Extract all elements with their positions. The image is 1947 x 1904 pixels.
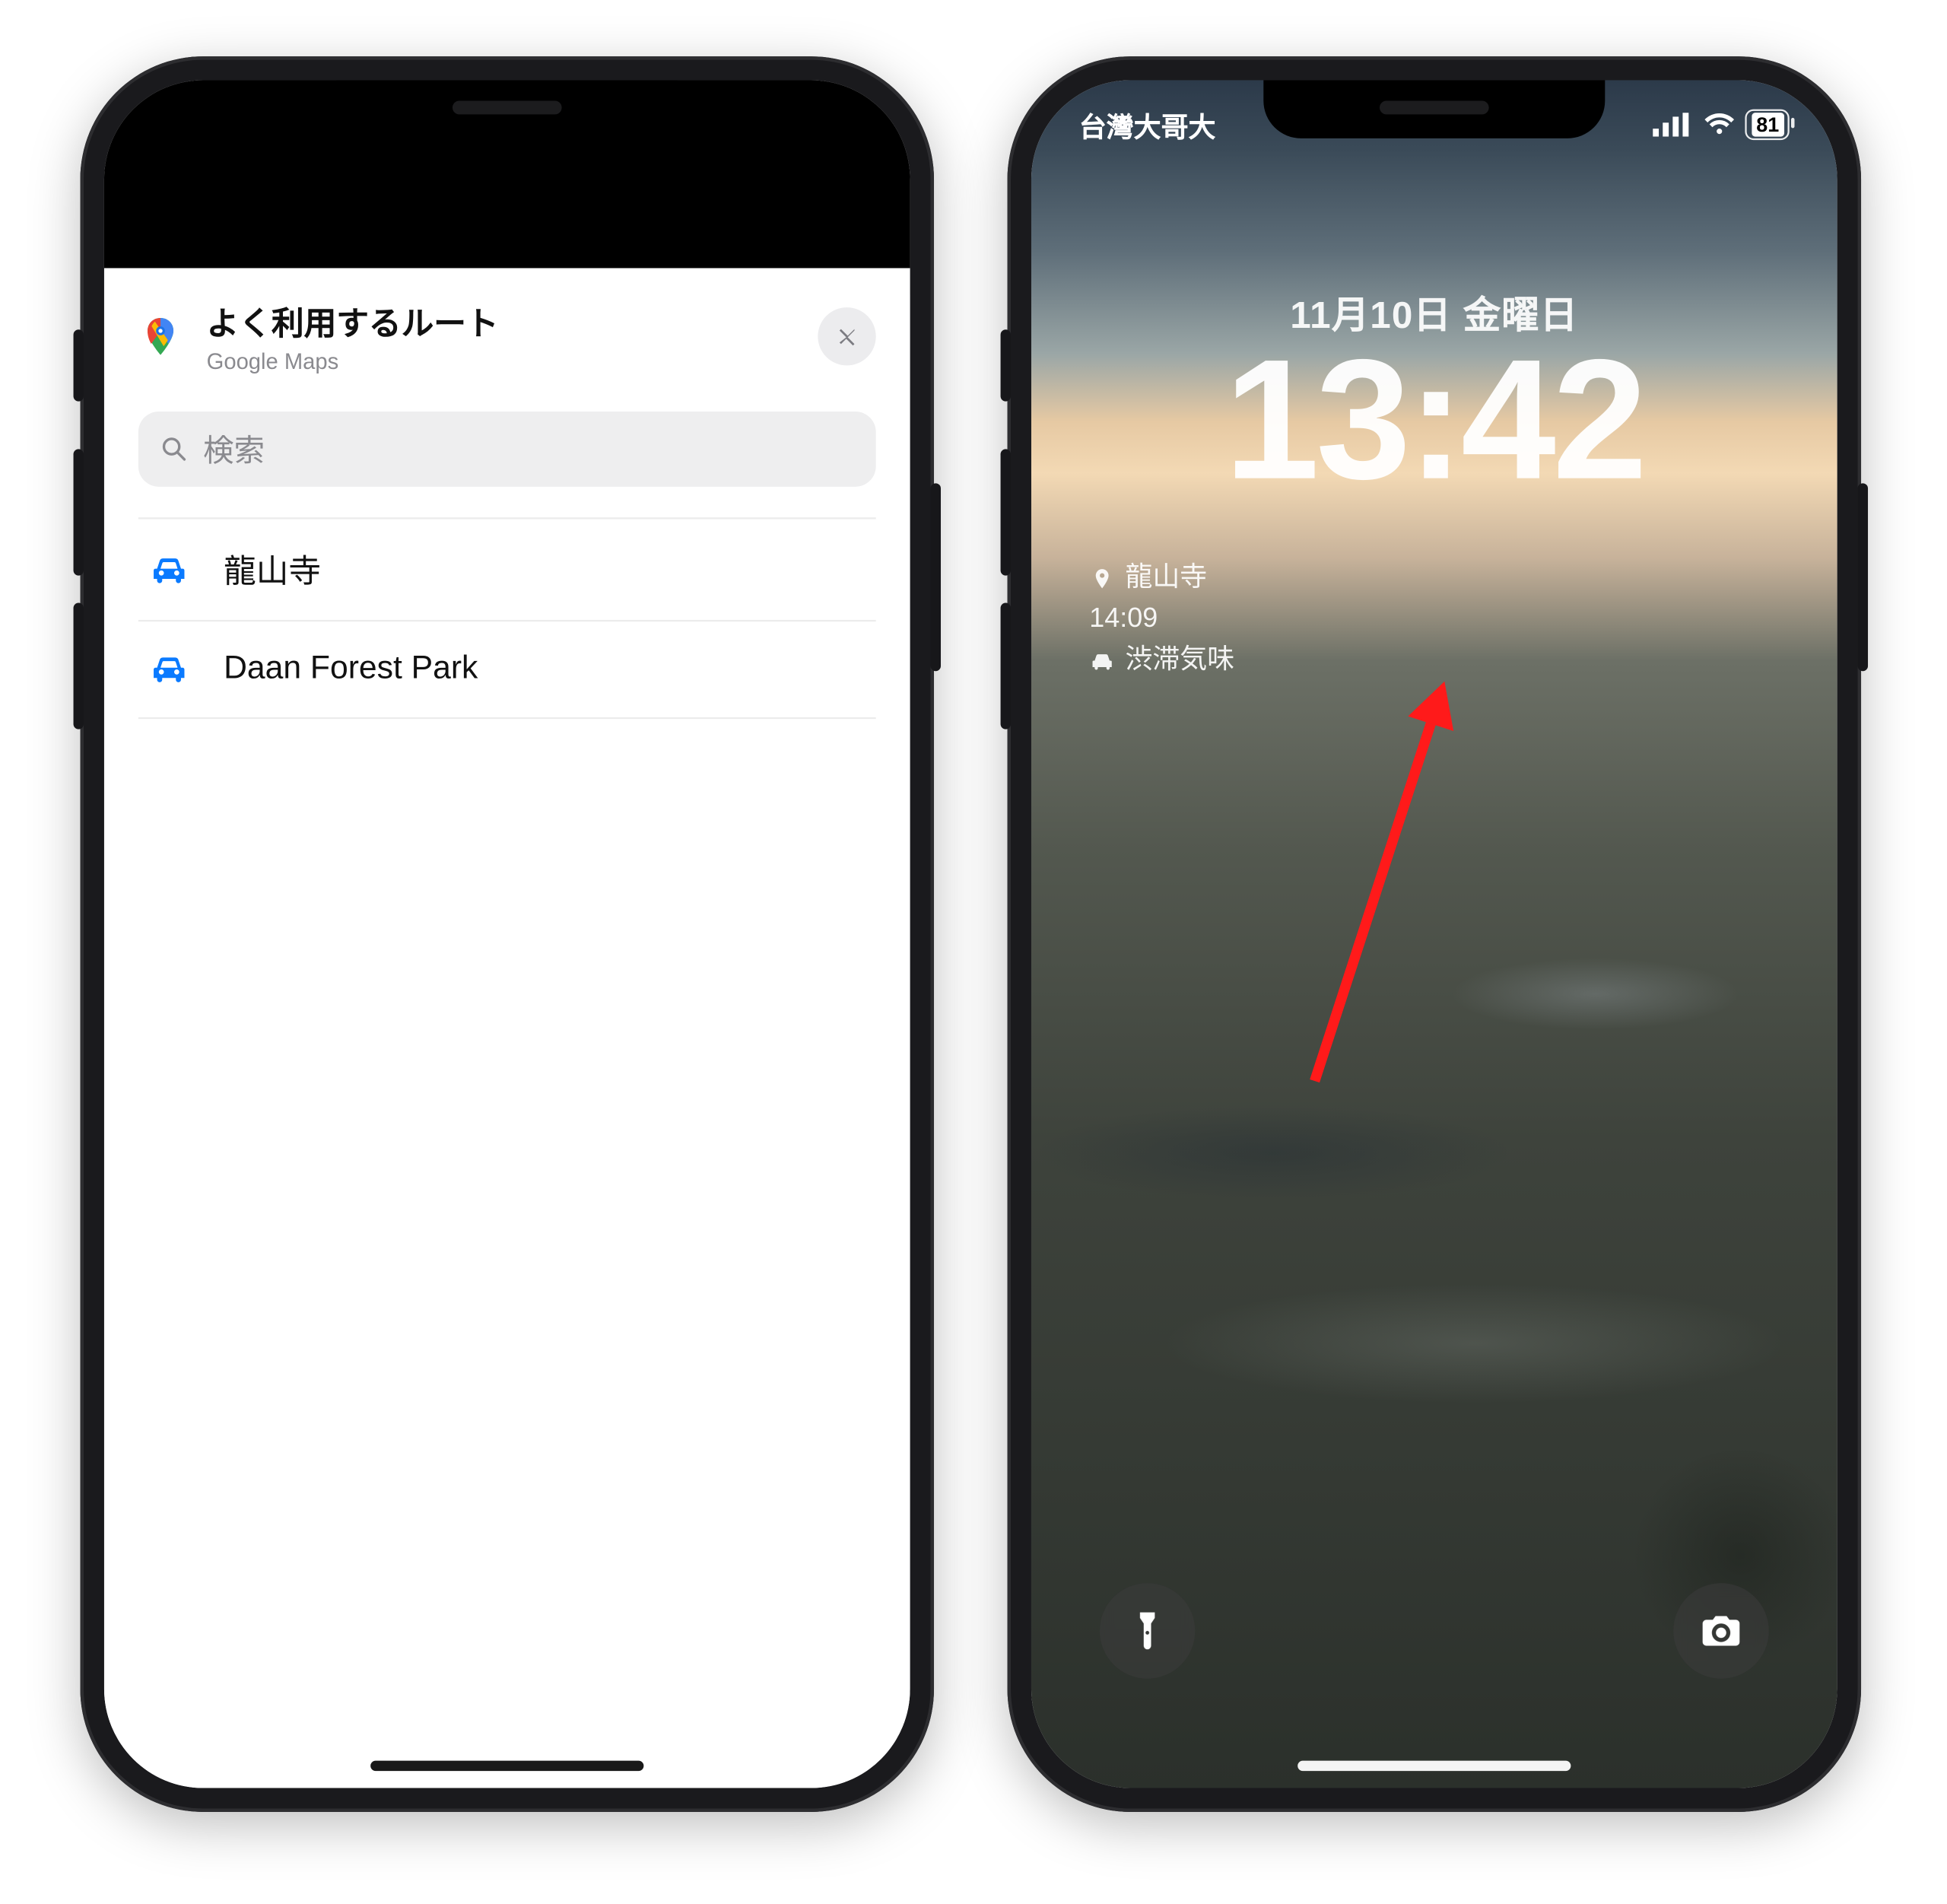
maps-lockscreen-widget[interactable]: 龍山寺 14:09 渋滞気味 (1089, 558, 1234, 682)
search-input[interactable]: 検索 (138, 412, 876, 487)
pin-icon (1089, 566, 1115, 592)
google-maps-icon (138, 314, 183, 358)
home-indicator[interactable] (1297, 1761, 1571, 1771)
close-icon (834, 323, 860, 349)
flashlight-icon (1125, 1609, 1169, 1653)
lock-time: 13:42 (1031, 323, 1837, 519)
route-label: Daan Forest Park (224, 650, 478, 688)
phone-mockup-right: 台灣大哥大 81 11月10日 金曜日 13:42 龍山寺 14:09 渋滞気味 (1008, 56, 1861, 1812)
widget-eta: 14:09 (1089, 599, 1158, 640)
battery-indicator: 81 (1745, 110, 1790, 140)
search-icon (159, 434, 189, 464)
search-placeholder: 検索 (203, 427, 265, 471)
phone-mockup-left: よく利用するルート Google Maps 検索 (81, 56, 934, 1812)
sheet-title: よく利用するルート (207, 299, 499, 345)
camera-icon (1699, 1609, 1743, 1653)
car-icon (148, 549, 189, 590)
flashlight-button[interactable] (1100, 1583, 1196, 1679)
camera-button[interactable] (1673, 1583, 1769, 1679)
car-icon (148, 649, 189, 690)
sheet-subtitle: Google Maps (207, 348, 499, 374)
notch (336, 81, 678, 138)
widget-traffic: 渋滞気味 (1125, 640, 1234, 682)
route-row[interactable]: Daan Forest Park (138, 621, 876, 719)
route-label: 龍山寺 (224, 546, 321, 593)
route-row[interactable]: 龍山寺 (138, 517, 876, 621)
close-button[interactable] (818, 307, 875, 365)
widget-place: 龍山寺 (1125, 558, 1207, 599)
carrier-label: 台灣大哥大 (1079, 104, 1216, 145)
cellular-icon (1653, 113, 1693, 136)
home-indicator[interactable] (370, 1761, 643, 1771)
widget-picker-sheet: よく利用するルート Google Maps 検索 (104, 268, 910, 1788)
car-icon (1089, 648, 1115, 674)
wifi-icon (1704, 113, 1734, 136)
